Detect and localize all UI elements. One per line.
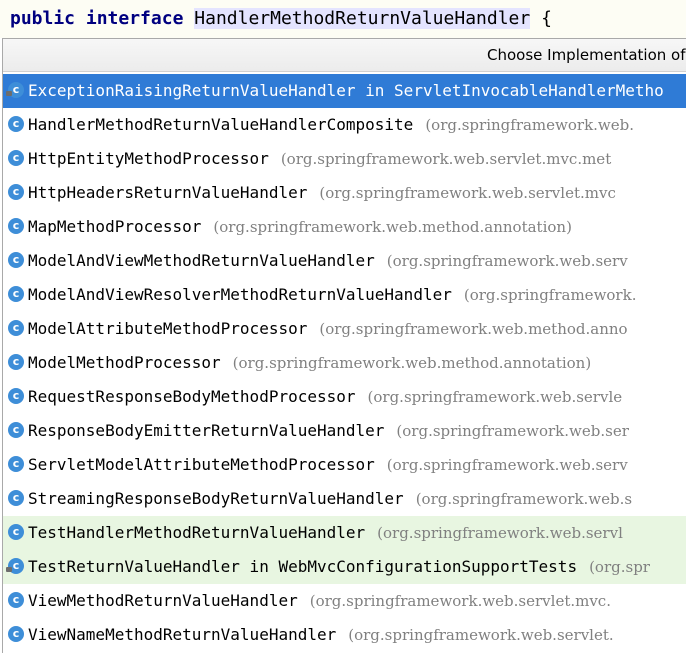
editor-code-line: public interface HandlerMethodReturnValu…	[0, 0, 686, 38]
implementation-class-name: ResponseBodyEmitterReturnValueHandler	[28, 421, 385, 440]
class-icon: c	[8, 320, 24, 336]
implementation-text: ServletModelAttributeMethodProcessor (org…	[28, 448, 628, 482]
class-icon: c	[8, 116, 24, 132]
choose-implementation-popup: Choose Implementation of H c ExceptionRai…	[2, 38, 686, 653]
implementation-text: ModelAndViewResolverMethodReturnValueHan…	[28, 278, 636, 312]
implementation-package: (org.springframework.web.serv	[386, 456, 628, 474]
class-icon: c	[8, 388, 24, 404]
implementation-package: (org.springframework.web.method.annotati…	[213, 218, 572, 236]
open-brace: {	[541, 8, 552, 29]
implementation-package: (org.springframework.web.s	[415, 490, 633, 508]
class-icon: c	[8, 422, 24, 438]
class-icon: c	[8, 354, 24, 370]
implementation-text: ExceptionRaisingReturnValueHandler in Se…	[28, 74, 664, 108]
class-icon: c	[8, 286, 24, 302]
keyword-interface: interface	[85, 8, 184, 29]
implementation-package: (org.springframework.web.servlet.mvc.	[309, 592, 611, 610]
implementation-text: ModelAttributeMethodProcessor (org.spring…	[28, 312, 628, 346]
implementation-class-name: RequestResponseBodyMethodProcessor	[28, 387, 356, 406]
popup-header: Choose Implementation of H	[3, 39, 686, 72]
implementation-class-name: TestReturnValueHandler in WebMvcConfigur…	[28, 557, 578, 576]
implementation-package: (org.springframework.web.servlet.mvc.met	[280, 150, 612, 168]
class-icon: c	[8, 490, 24, 506]
implementation-package: (org.springframework.web.serv	[386, 252, 628, 270]
implementation-text: ModelMethodProcessor (org.springframework…	[28, 346, 591, 380]
implementation-item[interactable]: c HandlerMethodReturnValueHandlerComposit…	[3, 108, 686, 142]
implementation-class-name: ViewMethodReturnValueHandler	[28, 591, 298, 610]
implementation-package: (org.springframework.	[463, 286, 637, 304]
implementation-class-name: ExceptionRaisingReturnValueHandler in Se…	[28, 81, 664, 100]
implementation-text: ModelAndViewMethodReturnValueHandler (org…	[28, 244, 628, 278]
implementation-package: (org.springframework.web.ser	[396, 422, 629, 440]
implementation-class-name: ModelAndViewMethodReturnValueHandler	[28, 251, 375, 270]
class-icon-locked: c	[6, 558, 24, 574]
implementation-text: HandlerMethodReturnValueHandlerComposite…	[28, 108, 634, 142]
implementation-package: (org.springframework.web.servle	[367, 388, 623, 406]
implementation-class-name: HttpHeadersReturnValueHandler	[28, 183, 308, 202]
class-icon: c	[8, 592, 24, 608]
implementation-item[interactable]: c ResponseBodyEmitterReturnValueHandler (o…	[3, 414, 686, 448]
class-icon: c	[8, 252, 24, 268]
implementation-package: (org.springframework.web.method.annotati…	[232, 354, 592, 372]
implementation-text: HttpHeadersReturnValueHandler (org.spring…	[28, 176, 616, 210]
class-icon: c	[8, 150, 24, 166]
class-icon: c	[8, 626, 24, 642]
implementation-item[interactable]: c ModelMethodProcessor (org.springframewor…	[3, 346, 686, 380]
implementation-item[interactable]: c ModelAndViewResolverMethodReturnValueHa…	[3, 278, 686, 312]
implementation-item[interactable]: c TestReturnValueHandler in WebMvcConfigu…	[3, 550, 686, 584]
implementation-item[interactable]: c ExceptionRaisingReturnValueHandler in S…	[3, 74, 686, 108]
implementation-text: TestReturnValueHandler in WebMvcConfigur…	[28, 550, 650, 584]
implementation-item[interactable]: c TestHandlerMethodReturnValueHandler (org…	[3, 516, 686, 550]
implementation-item[interactable]: c StreamingResponseBodyReturnValueHandler…	[3, 482, 686, 516]
implementation-list: c ExceptionRaisingReturnValueHandler in S…	[3, 74, 686, 652]
implementation-text: RequestResponseBodyMethodProcessor (org.s…	[28, 380, 622, 414]
implementation-class-name: StreamingResponseBodyReturnValueHandler	[28, 489, 404, 508]
implementation-package: (org.spr	[589, 558, 650, 576]
class-icon: c	[8, 524, 24, 540]
implementation-text: StreamingResponseBodyReturnValueHandler (…	[28, 482, 632, 516]
implementation-package: (org.springframework.web.method.anno	[319, 320, 628, 338]
implementation-class-name: ModelMethodProcessor	[28, 353, 221, 372]
implementation-item[interactable]: c RequestResponseBodyMethodProcessor (org.…	[3, 380, 686, 414]
implementation-package: (org.springframework.web.servlet.	[348, 626, 614, 644]
popup-title: Choose Implementation of H	[487, 46, 686, 64]
implementation-class-name: MapMethodProcessor	[28, 217, 202, 236]
class-icon: c	[8, 184, 24, 200]
implementation-text: ViewNameMethodReturnValueHandler (org.spr…	[28, 618, 614, 652]
implementation-item[interactable]: c ModelAttributeMethodProcessor (org.sprin…	[3, 312, 686, 346]
keyword-public: public	[10, 8, 76, 29]
implementation-item[interactable]: c MapMethodProcessor (org.springframework.…	[3, 210, 686, 244]
implementation-class-name: HttpEntityMethodProcessor	[28, 149, 269, 168]
class-icon-locked: c	[6, 82, 24, 98]
implementation-package: (org.springframework.web.	[425, 116, 635, 134]
implementation-class-name: HandlerMethodReturnValueHandlerComposite	[28, 115, 414, 134]
implementation-text: TestHandlerMethodReturnValueHandler (org.…	[28, 516, 623, 550]
implementation-item[interactable]: c ViewNameMethodReturnValueHandler (org.sp…	[3, 618, 686, 652]
implementation-class-name: ModelAndViewResolverMethodReturnValueHan…	[28, 285, 452, 304]
interface-identifier[interactable]: HandlerMethodReturnValueHandler	[194, 8, 531, 29]
implementation-package: (org.springframework.web.servl	[377, 524, 623, 542]
implementation-item[interactable]: c ServletModelAttributeMethodProcessor (or…	[3, 448, 686, 482]
implementation-text: ViewMethodReturnValueHandler (org.springf…	[28, 584, 611, 618]
implementation-text: HttpEntityMethodProcessor (org.springfram…	[28, 142, 611, 176]
implementation-text: MapMethodProcessor (org.springframework.w…	[28, 210, 572, 244]
implementation-item[interactable]: c HttpHeadersReturnValueHandler (org.sprin…	[3, 176, 686, 210]
implementation-text: ResponseBodyEmitterReturnValueHandler (or…	[28, 414, 629, 448]
class-icon: c	[8, 456, 24, 472]
implementation-item[interactable]: c ViewMethodReturnValueHandler (org.spring…	[3, 584, 686, 618]
implementation-class-name: ViewNameMethodReturnValueHandler	[28, 625, 337, 644]
implementation-class-name: ServletModelAttributeMethodProcessor	[28, 455, 375, 474]
implementation-class-name: TestHandlerMethodReturnValueHandler	[28, 523, 366, 542]
implementation-item[interactable]: c HttpEntityMethodProcessor (org.springfra…	[3, 142, 686, 176]
implementation-item[interactable]: c ModelAndViewMethodReturnValueHandler (or…	[3, 244, 686, 278]
class-icon: c	[8, 218, 24, 234]
implementation-class-name: ModelAttributeMethodProcessor	[28, 319, 308, 338]
implementation-package: (org.springframework.web.servlet.mvc	[319, 184, 616, 202]
